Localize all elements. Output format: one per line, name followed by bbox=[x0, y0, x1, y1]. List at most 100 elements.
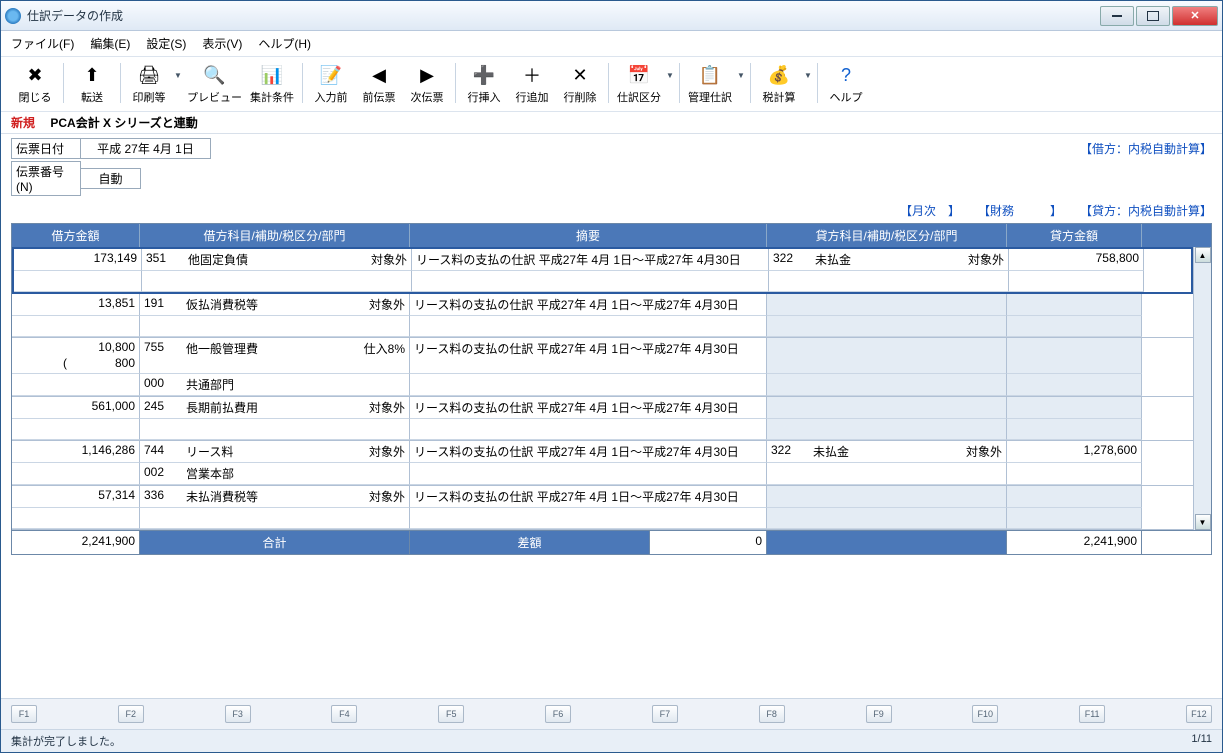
slip-no-field[interactable]: 自動 bbox=[81, 168, 141, 189]
menubar: ファイル(F) 編集(E) 設定(S) 表示(V) ヘルプ(H) bbox=[1, 31, 1222, 57]
cell-debit-account[interactable]: 191仮払消費税等対象外 bbox=[140, 294, 410, 316]
cell-memo[interactable]: リース料の支払の仕訳 平成27年 4月 1日～平成27年 4月30日 bbox=[412, 249, 769, 271]
cell-credit-amount[interactable] bbox=[1007, 294, 1142, 316]
cell-debit-amount[interactable]: 13,851 bbox=[12, 294, 140, 316]
cell-debit-sub[interactable] bbox=[142, 271, 412, 292]
help-button[interactable]: ?ヘルプ bbox=[822, 61, 870, 107]
cell-memo[interactable]: リース料の支払の仕訳 平成27年 4月 1日～平成27年 4月30日 bbox=[410, 294, 767, 316]
table-row[interactable]: 1,146,286744リース料対象外リース料の支払の仕訳 平成27年 4月 1… bbox=[12, 441, 1193, 486]
cell-memo[interactable]: リース料の支払の仕訳 平成27年 4月 1日～平成27年 4月30日 bbox=[410, 338, 767, 374]
cell-debit-amount[interactable]: 561,000 bbox=[12, 397, 140, 419]
vertical-scrollbar[interactable]: ▲ ▼ bbox=[1193, 247, 1211, 530]
fkey-f9[interactable]: F9 bbox=[866, 705, 892, 723]
cell-debit-account[interactable]: 245長期前払費用対象外 bbox=[140, 397, 410, 419]
col-debit-account[interactable]: 借方科目/補助/税区分/部門 bbox=[140, 224, 410, 247]
cell-credit-amount[interactable] bbox=[1007, 397, 1142, 419]
cell-debit-sub[interactable] bbox=[140, 419, 410, 440]
menu-view[interactable]: 表示(V) bbox=[202, 35, 242, 52]
cell-credit-amount[interactable] bbox=[1007, 486, 1142, 508]
col-debit-amount[interactable]: 借方金額 bbox=[12, 224, 140, 247]
preinput-label: 入力前 bbox=[315, 89, 348, 105]
cell-credit-account[interactable]: 322未払金対象外 bbox=[767, 441, 1007, 463]
fkey-f12[interactable]: F12 bbox=[1186, 705, 1212, 723]
fkey-f5[interactable]: F5 bbox=[438, 705, 464, 723]
table-row[interactable]: 173,149351他固定負債対象外リース料の支払の仕訳 平成27年 4月 1日… bbox=[12, 247, 1193, 294]
cell-credit-account[interactable] bbox=[767, 338, 1007, 374]
window-close-button[interactable] bbox=[1172, 6, 1218, 26]
cell-credit-amount[interactable]: 758,800 bbox=[1009, 249, 1144, 271]
close-button[interactable]: ✖閉じる bbox=[11, 61, 59, 107]
table-row[interactable]: 13,851191仮払消費税等対象外リース料の支払の仕訳 平成27年 4月 1日… bbox=[12, 294, 1193, 338]
fkey-f3[interactable]: F3 bbox=[225, 705, 251, 723]
menu-help[interactable]: ヘルプ(H) bbox=[258, 35, 311, 52]
cell-memo[interactable]: リース料の支払の仕訳 平成27年 4月 1日～平成27年 4月30日 bbox=[410, 441, 767, 463]
table-row[interactable]: 561,000245長期前払費用対象外リース料の支払の仕訳 平成27年 4月 1… bbox=[12, 397, 1193, 441]
sum-total-label: 合計 bbox=[140, 531, 410, 554]
cell-credit-amount[interactable] bbox=[1007, 338, 1142, 374]
col-memo[interactable]: 摘要 bbox=[410, 224, 767, 247]
tax-calc-button[interactable]: 💰税計算 bbox=[755, 61, 803, 107]
scroll-up-button[interactable]: ▲ bbox=[1195, 247, 1211, 263]
bracket-finance[interactable]: 【財務 】 bbox=[978, 202, 1062, 219]
cell-credit-account[interactable] bbox=[767, 486, 1007, 508]
grid-wrap: 借方金額 借方科目/補助/税区分/部門 摘要 貸方科目/補助/税区分/部門 貸方… bbox=[1, 221, 1222, 698]
fkey-f11[interactable]: F11 bbox=[1079, 705, 1105, 723]
table-row[interactable]: 10,800( 800755他一般管理費仕入8%リース料の支払の仕訳 平成27年… bbox=[12, 338, 1193, 397]
prevslip-button[interactable]: ◀前伝票 bbox=[355, 61, 403, 107]
delete-row-button[interactable]: ✕行削除 bbox=[556, 61, 604, 107]
cell-debit-sub[interactable]: 000共通部門 bbox=[140, 374, 410, 396]
cell-debit-amount[interactable]: 1,146,286 bbox=[12, 441, 140, 463]
transfer-button[interactable]: ⬆転送 bbox=[68, 61, 116, 107]
slip-date-field[interactable]: 平成 27年 4月 1日 bbox=[81, 138, 211, 159]
mgmt-journal-button[interactable]: 📋管理仕訳 bbox=[684, 61, 736, 107]
fkey-f1[interactable]: F1 bbox=[11, 705, 37, 723]
cell-debit-account[interactable]: 351他固定負債対象外 bbox=[142, 249, 412, 271]
cell-memo[interactable]: リース料の支払の仕訳 平成27年 4月 1日～平成27年 4月30日 bbox=[410, 486, 767, 508]
cell-debit-account[interactable]: 755他一般管理費仕入8% bbox=[140, 338, 410, 374]
preinput-button[interactable]: 📝入力前 bbox=[307, 61, 355, 107]
bracket-monthly[interactable]: 【月次 】 bbox=[900, 202, 960, 219]
fkey-f10[interactable]: F10 bbox=[972, 705, 998, 723]
cell-credit-account[interactable] bbox=[767, 397, 1007, 419]
col-credit-account[interactable]: 貸方科目/補助/税区分/部門 bbox=[767, 224, 1007, 247]
sum-debit: 2,241,900 bbox=[12, 531, 140, 554]
cell-debit-account[interactable]: 744リース料対象外 bbox=[140, 441, 410, 463]
prevslip-label: 前伝票 bbox=[363, 89, 396, 105]
col-credit-amount[interactable]: 貸方金額 bbox=[1007, 224, 1142, 247]
minimize-button[interactable] bbox=[1100, 6, 1134, 26]
maximize-button[interactable] bbox=[1136, 6, 1170, 26]
journal-class-button[interactable]: 📅仕訳区分 bbox=[613, 61, 665, 107]
journal-class-dropdown[interactable]: ▼ bbox=[665, 61, 675, 80]
preview-button[interactable]: 🔍プレビュー bbox=[183, 61, 246, 107]
cell-debit-sub[interactable] bbox=[140, 316, 410, 337]
menu-file[interactable]: ファイル(F) bbox=[11, 35, 74, 52]
tax-calc-dropdown[interactable]: ▼ bbox=[803, 61, 813, 80]
fkey-f4[interactable]: F4 bbox=[331, 705, 357, 723]
table-row[interactable]: 57,314336未払消費税等対象外リース料の支払の仕訳 平成27年 4月 1日… bbox=[12, 486, 1193, 530]
cell-debit-amount[interactable]: 10,800( 800 bbox=[12, 338, 140, 374]
fkey-f2[interactable]: F2 bbox=[118, 705, 144, 723]
cell-debit-amount[interactable]: 57,314 bbox=[12, 486, 140, 508]
menu-edit[interactable]: 編集(E) bbox=[90, 35, 130, 52]
insert-row-button[interactable]: ➕行挿入 bbox=[460, 61, 508, 107]
fkey-f8[interactable]: F8 bbox=[759, 705, 785, 723]
menu-settings[interactable]: 設定(S) bbox=[146, 35, 186, 52]
mgmt-journal-dropdown[interactable]: ▼ bbox=[736, 61, 746, 80]
nextslip-button[interactable]: ▶次伝票 bbox=[403, 61, 451, 107]
cell-credit-amount[interactable]: 1,278,600 bbox=[1007, 441, 1142, 463]
print-button[interactable]: 🖨印刷等 bbox=[125, 61, 173, 107]
grid-body[interactable]: 173,149351他固定負債対象外リース料の支払の仕訳 平成27年 4月 1日… bbox=[12, 247, 1193, 530]
cell-credit-account[interactable] bbox=[767, 294, 1007, 316]
cell-debit-account[interactable]: 336未払消費税等対象外 bbox=[140, 486, 410, 508]
fkey-f7[interactable]: F7 bbox=[652, 705, 678, 723]
print-dropdown[interactable]: ▼ bbox=[173, 61, 183, 80]
add-row-button[interactable]: ＋行追加 bbox=[508, 61, 556, 107]
cell-debit-amount[interactable]: 173,149 bbox=[14, 249, 142, 271]
scroll-down-button[interactable]: ▼ bbox=[1195, 514, 1211, 530]
cell-credit-account[interactable]: 322未払金対象外 bbox=[769, 249, 1009, 271]
cell-memo[interactable]: リース料の支払の仕訳 平成27年 4月 1日～平成27年 4月30日 bbox=[410, 397, 767, 419]
cell-debit-sub[interactable]: 002営業本部 bbox=[140, 463, 410, 485]
cell-debit-sub[interactable] bbox=[140, 508, 410, 529]
criteria-button[interactable]: 📊集計条件 bbox=[246, 61, 298, 107]
fkey-f6[interactable]: F6 bbox=[545, 705, 571, 723]
